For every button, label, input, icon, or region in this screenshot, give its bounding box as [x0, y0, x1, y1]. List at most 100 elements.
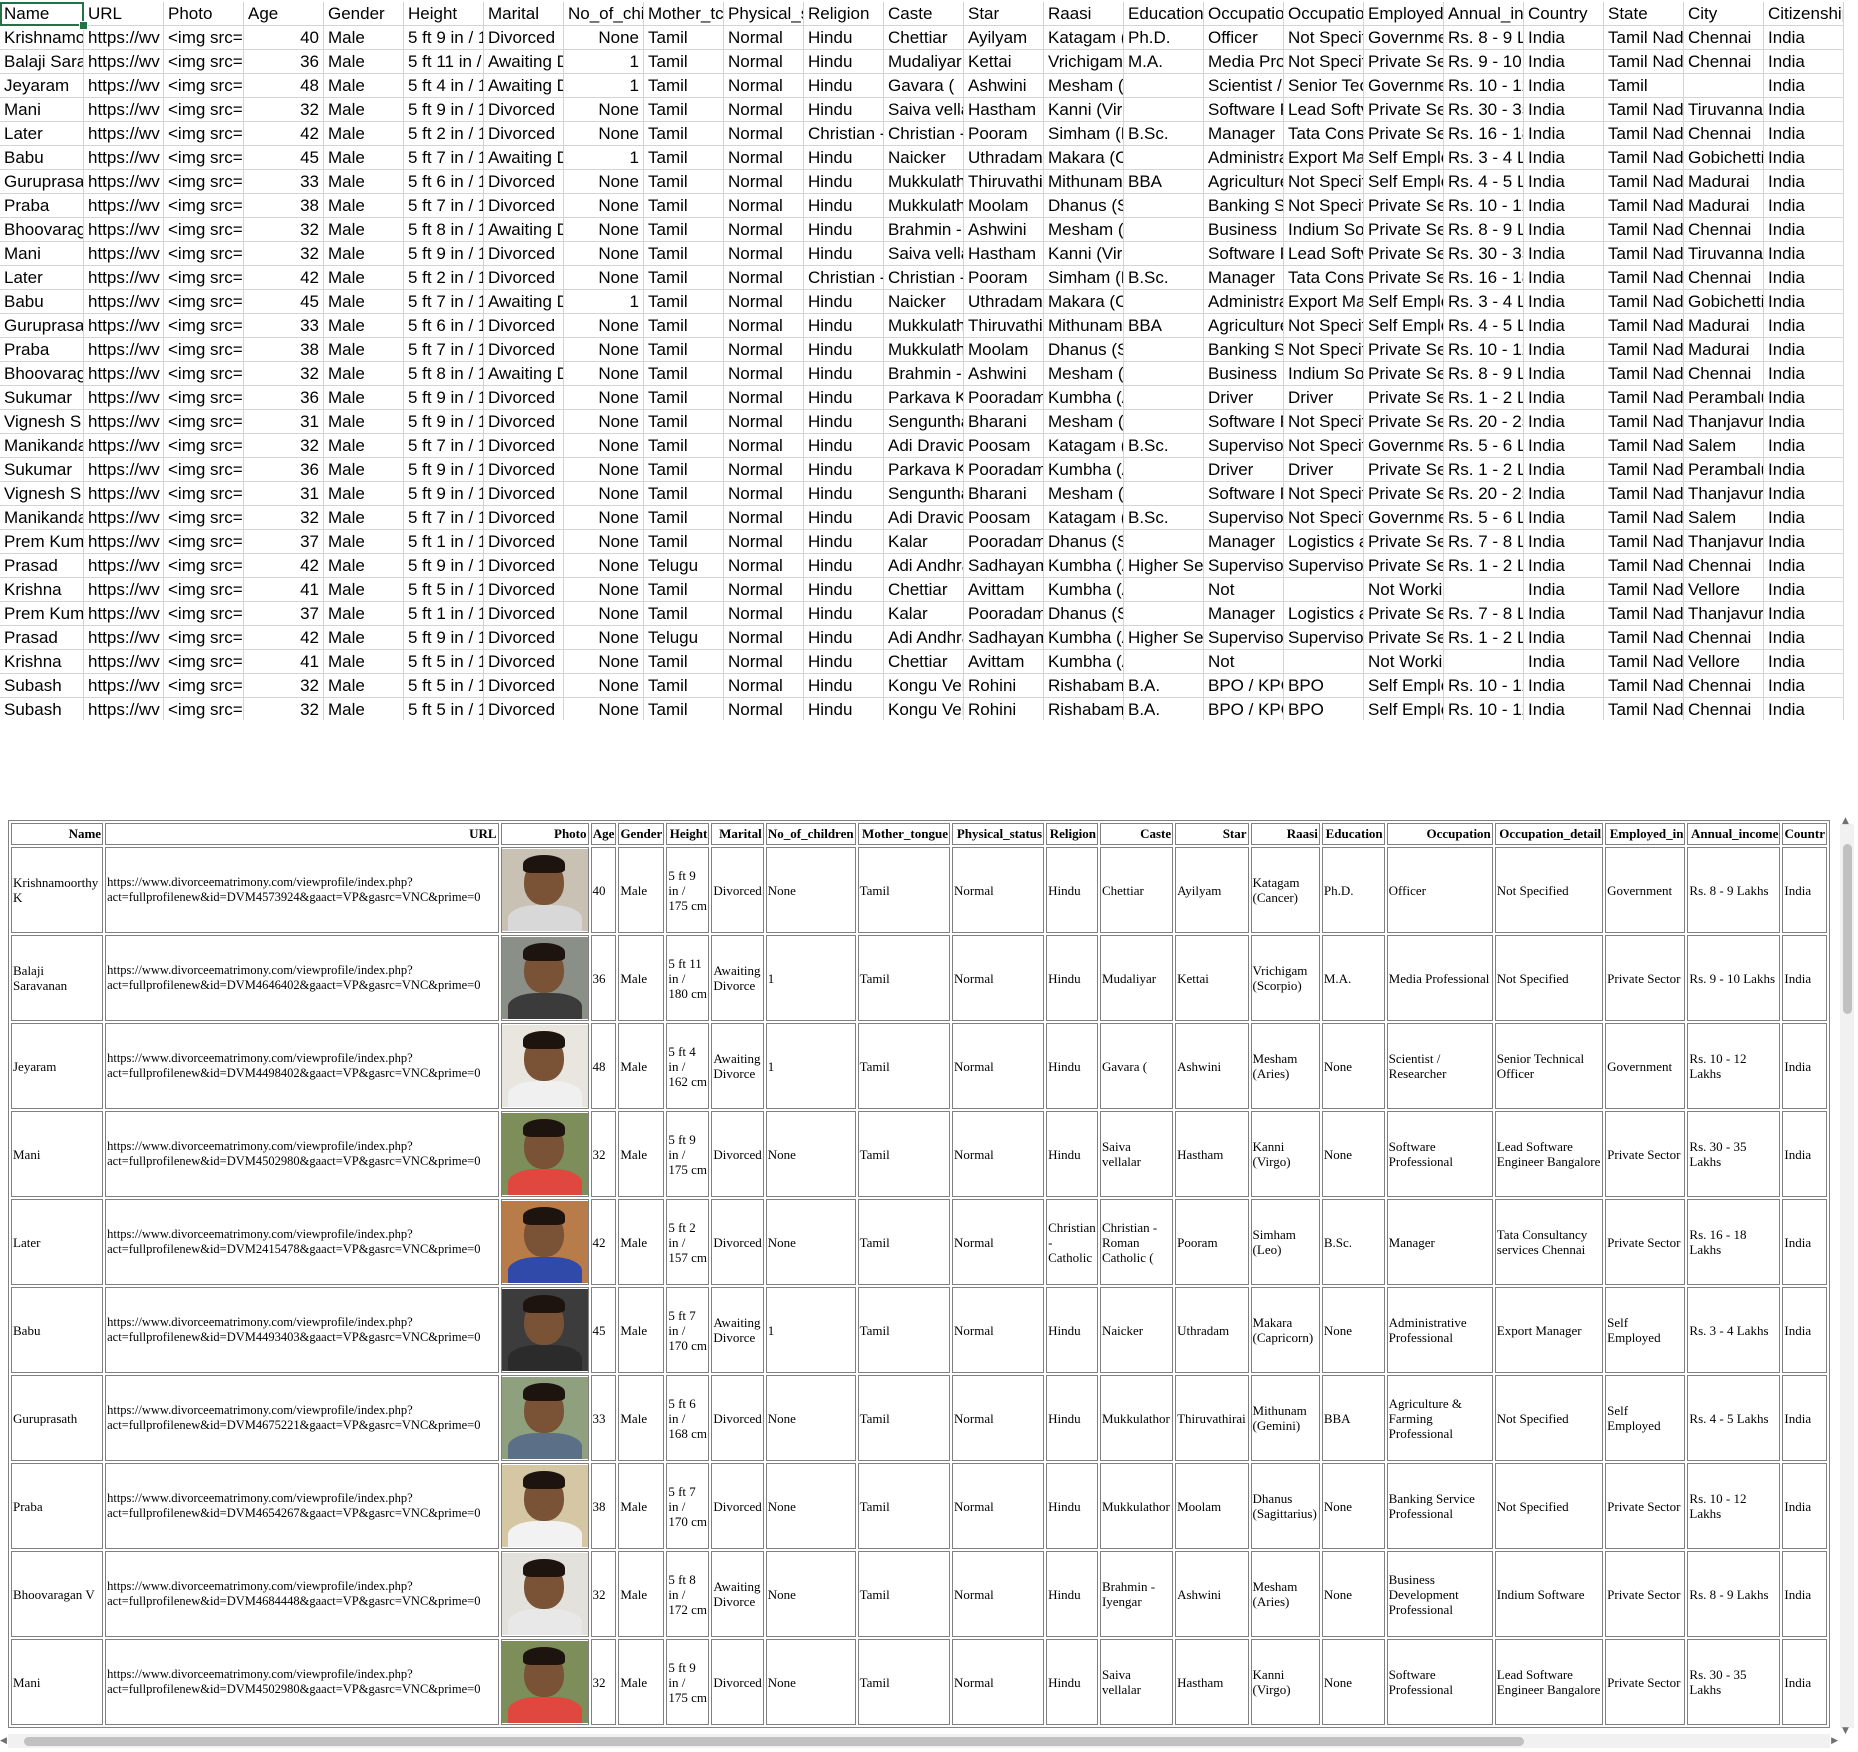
sheet-cell[interactable]: 42: [244, 122, 324, 146]
sheet-cell[interactable]: Supervisor: [1204, 506, 1284, 530]
sheet-cell[interactable]: India: [1524, 26, 1604, 50]
sheet-cell[interactable]: India: [1524, 482, 1604, 506]
vertical-scroll-thumb[interactable]: [1843, 844, 1852, 1014]
sheet-cell[interactable]: 38: [244, 338, 324, 362]
sheet-cell[interactable]: Normal: [724, 362, 804, 386]
sheet-cell[interactable]: Normal: [724, 458, 804, 482]
sheet-cell[interactable]: Rohini: [964, 698, 1044, 720]
sheet-cell[interactable]: Madurai: [1684, 314, 1764, 338]
sheet-cell[interactable]: Private Sec: [1364, 338, 1444, 362]
sheet-cell[interactable]: Tamil: [644, 50, 724, 74]
sheet-cell[interactable]: Tamil Nad: [1604, 170, 1684, 194]
sheet-cell[interactable]: Chettiar: [884, 578, 964, 602]
sheet-cell[interactable]: Prasad: [0, 554, 84, 578]
sheet-cell[interactable]: [1124, 194, 1204, 218]
sheet-cell[interactable]: Thiruvathi: [964, 314, 1044, 338]
sheet-cell[interactable]: India: [1764, 170, 1844, 194]
sheet-cell[interactable]: Private Sec: [1364, 530, 1444, 554]
sheet-cell[interactable]: Male: [324, 578, 404, 602]
sheet-cell[interactable]: Normal: [724, 434, 804, 458]
sheet-cell[interactable]: https://wv: [84, 314, 164, 338]
sheet-cell[interactable]: India: [1764, 602, 1844, 626]
sheet-cell[interactable]: Kongu Vell: [884, 698, 964, 720]
sheet-cell[interactable]: Self Emplo: [1364, 698, 1444, 720]
sheet-cell[interactable]: Divorced: [484, 98, 564, 122]
sheet-cell[interactable]: [1124, 530, 1204, 554]
sheet-cell[interactable]: Not Specif: [1284, 506, 1364, 530]
sheet-cell[interactable]: Bhoovarag: [0, 362, 84, 386]
sheet-cell[interactable]: Madurai: [1684, 194, 1764, 218]
sheet-cell[interactable]: https://wv: [84, 146, 164, 170]
sheet-cell[interactable]: 5 ft 7 in / 1: [404, 506, 484, 530]
sheet-cell[interactable]: Pooram: [964, 122, 1044, 146]
sheet-cell[interactable]: Administra: [1204, 290, 1284, 314]
sheet-cell[interactable]: <img src=": [164, 218, 244, 242]
sheet-cell[interactable]: Brahmin -: [884, 218, 964, 242]
sheet-cell[interactable]: Adi Andhra: [884, 626, 964, 650]
sheet-cell[interactable]: Tamil Nad: [1604, 626, 1684, 650]
sheet-cell[interactable]: <img src=": [164, 626, 244, 650]
sheet-cell[interactable]: Chettiar: [884, 650, 964, 674]
sheet-cell[interactable]: Manager: [1204, 122, 1284, 146]
sheet-cell[interactable]: Katagam (C: [1044, 506, 1124, 530]
sheet-cell[interactable]: Tamil: [644, 242, 724, 266]
sheet-cell[interactable]: Mesham (Aries): [1044, 410, 1124, 434]
sheet-cell[interactable]: Prem Kum: [0, 602, 84, 626]
sheet-cell[interactable]: [1284, 578, 1364, 602]
sheet-cell[interactable]: Subash: [0, 698, 84, 720]
sheet-cell[interactable]: Normal: [724, 50, 804, 74]
sheet-cell[interactable]: <img src=": [164, 554, 244, 578]
sheet-cell[interactable]: Normal: [724, 218, 804, 242]
sheet-cell[interactable]: Divorced: [484, 626, 564, 650]
sheet-cell[interactable]: Perambalu: [1684, 458, 1764, 482]
sheet-cell[interactable]: Tamil Nad: [1604, 146, 1684, 170]
sheet-cell[interactable]: 37: [244, 602, 324, 626]
sheet-header-cell[interactable]: Star: [964, 2, 1044, 26]
sheet-cell[interactable]: Rs. 8 - 9 La: [1444, 218, 1524, 242]
sheet-cell[interactable]: Tamil: [644, 98, 724, 122]
sheet-cell[interactable]: India: [1764, 554, 1844, 578]
sheet-cell[interactable]: Rs. 8 - 9 La: [1444, 362, 1524, 386]
sheet-cell[interactable]: <img src=": [164, 506, 244, 530]
sheet-cell[interactable]: Logistics a: [1284, 602, 1364, 626]
sheet-cell[interactable]: None: [564, 530, 644, 554]
sheet-cell[interactable]: 5 ft 9 in / 1: [404, 98, 484, 122]
sheet-cell[interactable]: Babu: [0, 290, 84, 314]
sheet-cell[interactable]: Salem: [1684, 434, 1764, 458]
sheet-cell[interactable]: Business D: [1204, 362, 1284, 386]
sheet-cell[interactable]: Tamil: [644, 194, 724, 218]
sheet-cell[interactable]: Agriculture: [1204, 314, 1284, 338]
sheet-cell[interactable]: 33: [244, 170, 324, 194]
sheet-cell[interactable]: 5 ft 6 in / 1: [404, 170, 484, 194]
sheet-cell[interactable]: Not Specif: [1284, 26, 1364, 50]
sheet-cell[interactable]: Vellore: [1684, 650, 1764, 674]
sheet-cell[interactable]: Divorced: [484, 458, 564, 482]
sheet-cell[interactable]: [1284, 650, 1364, 674]
sheet-cell[interactable]: Normal: [724, 122, 804, 146]
sheet-cell[interactable]: 45: [244, 290, 324, 314]
sheet-cell[interactable]: Mukkulath: [884, 194, 964, 218]
sheet-cell[interactable]: Adi Dravid: [884, 434, 964, 458]
sheet-cell[interactable]: Avittam: [964, 650, 1044, 674]
sheet-cell[interactable]: Avittam: [964, 578, 1044, 602]
sheet-cell[interactable]: Hindu: [804, 482, 884, 506]
sheet-cell[interactable]: [1124, 458, 1204, 482]
sheet-cell[interactable]: Hindu: [804, 290, 884, 314]
sheet-cell[interactable]: Governme: [1364, 506, 1444, 530]
sheet-cell[interactable]: Krishna: [0, 650, 84, 674]
sheet-cell[interactable]: India: [1524, 386, 1604, 410]
sheet-cell[interactable]: Hindu: [804, 218, 884, 242]
sheet-cell[interactable]: Rs. 20 - 25: [1444, 410, 1524, 434]
sheet-cell[interactable]: Lead Softv: [1284, 242, 1364, 266]
sheet-cell[interactable]: <img src=": [164, 26, 244, 50]
sheet-cell[interactable]: https://wv: [84, 650, 164, 674]
sheet-cell[interactable]: Tamil: [644, 602, 724, 626]
sheet-cell[interactable]: Tamil: [644, 266, 724, 290]
sheet-cell[interactable]: India: [1764, 410, 1844, 434]
sheet-cell[interactable]: Self Emplo: [1364, 146, 1444, 170]
sheet-cell[interactable]: India: [1764, 482, 1844, 506]
sheet-cell[interactable]: Thanjavur: [1684, 602, 1764, 626]
sheet-cell[interactable]: Tamil: [644, 506, 724, 530]
scroll-left-icon[interactable]: ◀: [0, 1736, 7, 1746]
sheet-header-cell[interactable]: Religion: [804, 2, 884, 26]
